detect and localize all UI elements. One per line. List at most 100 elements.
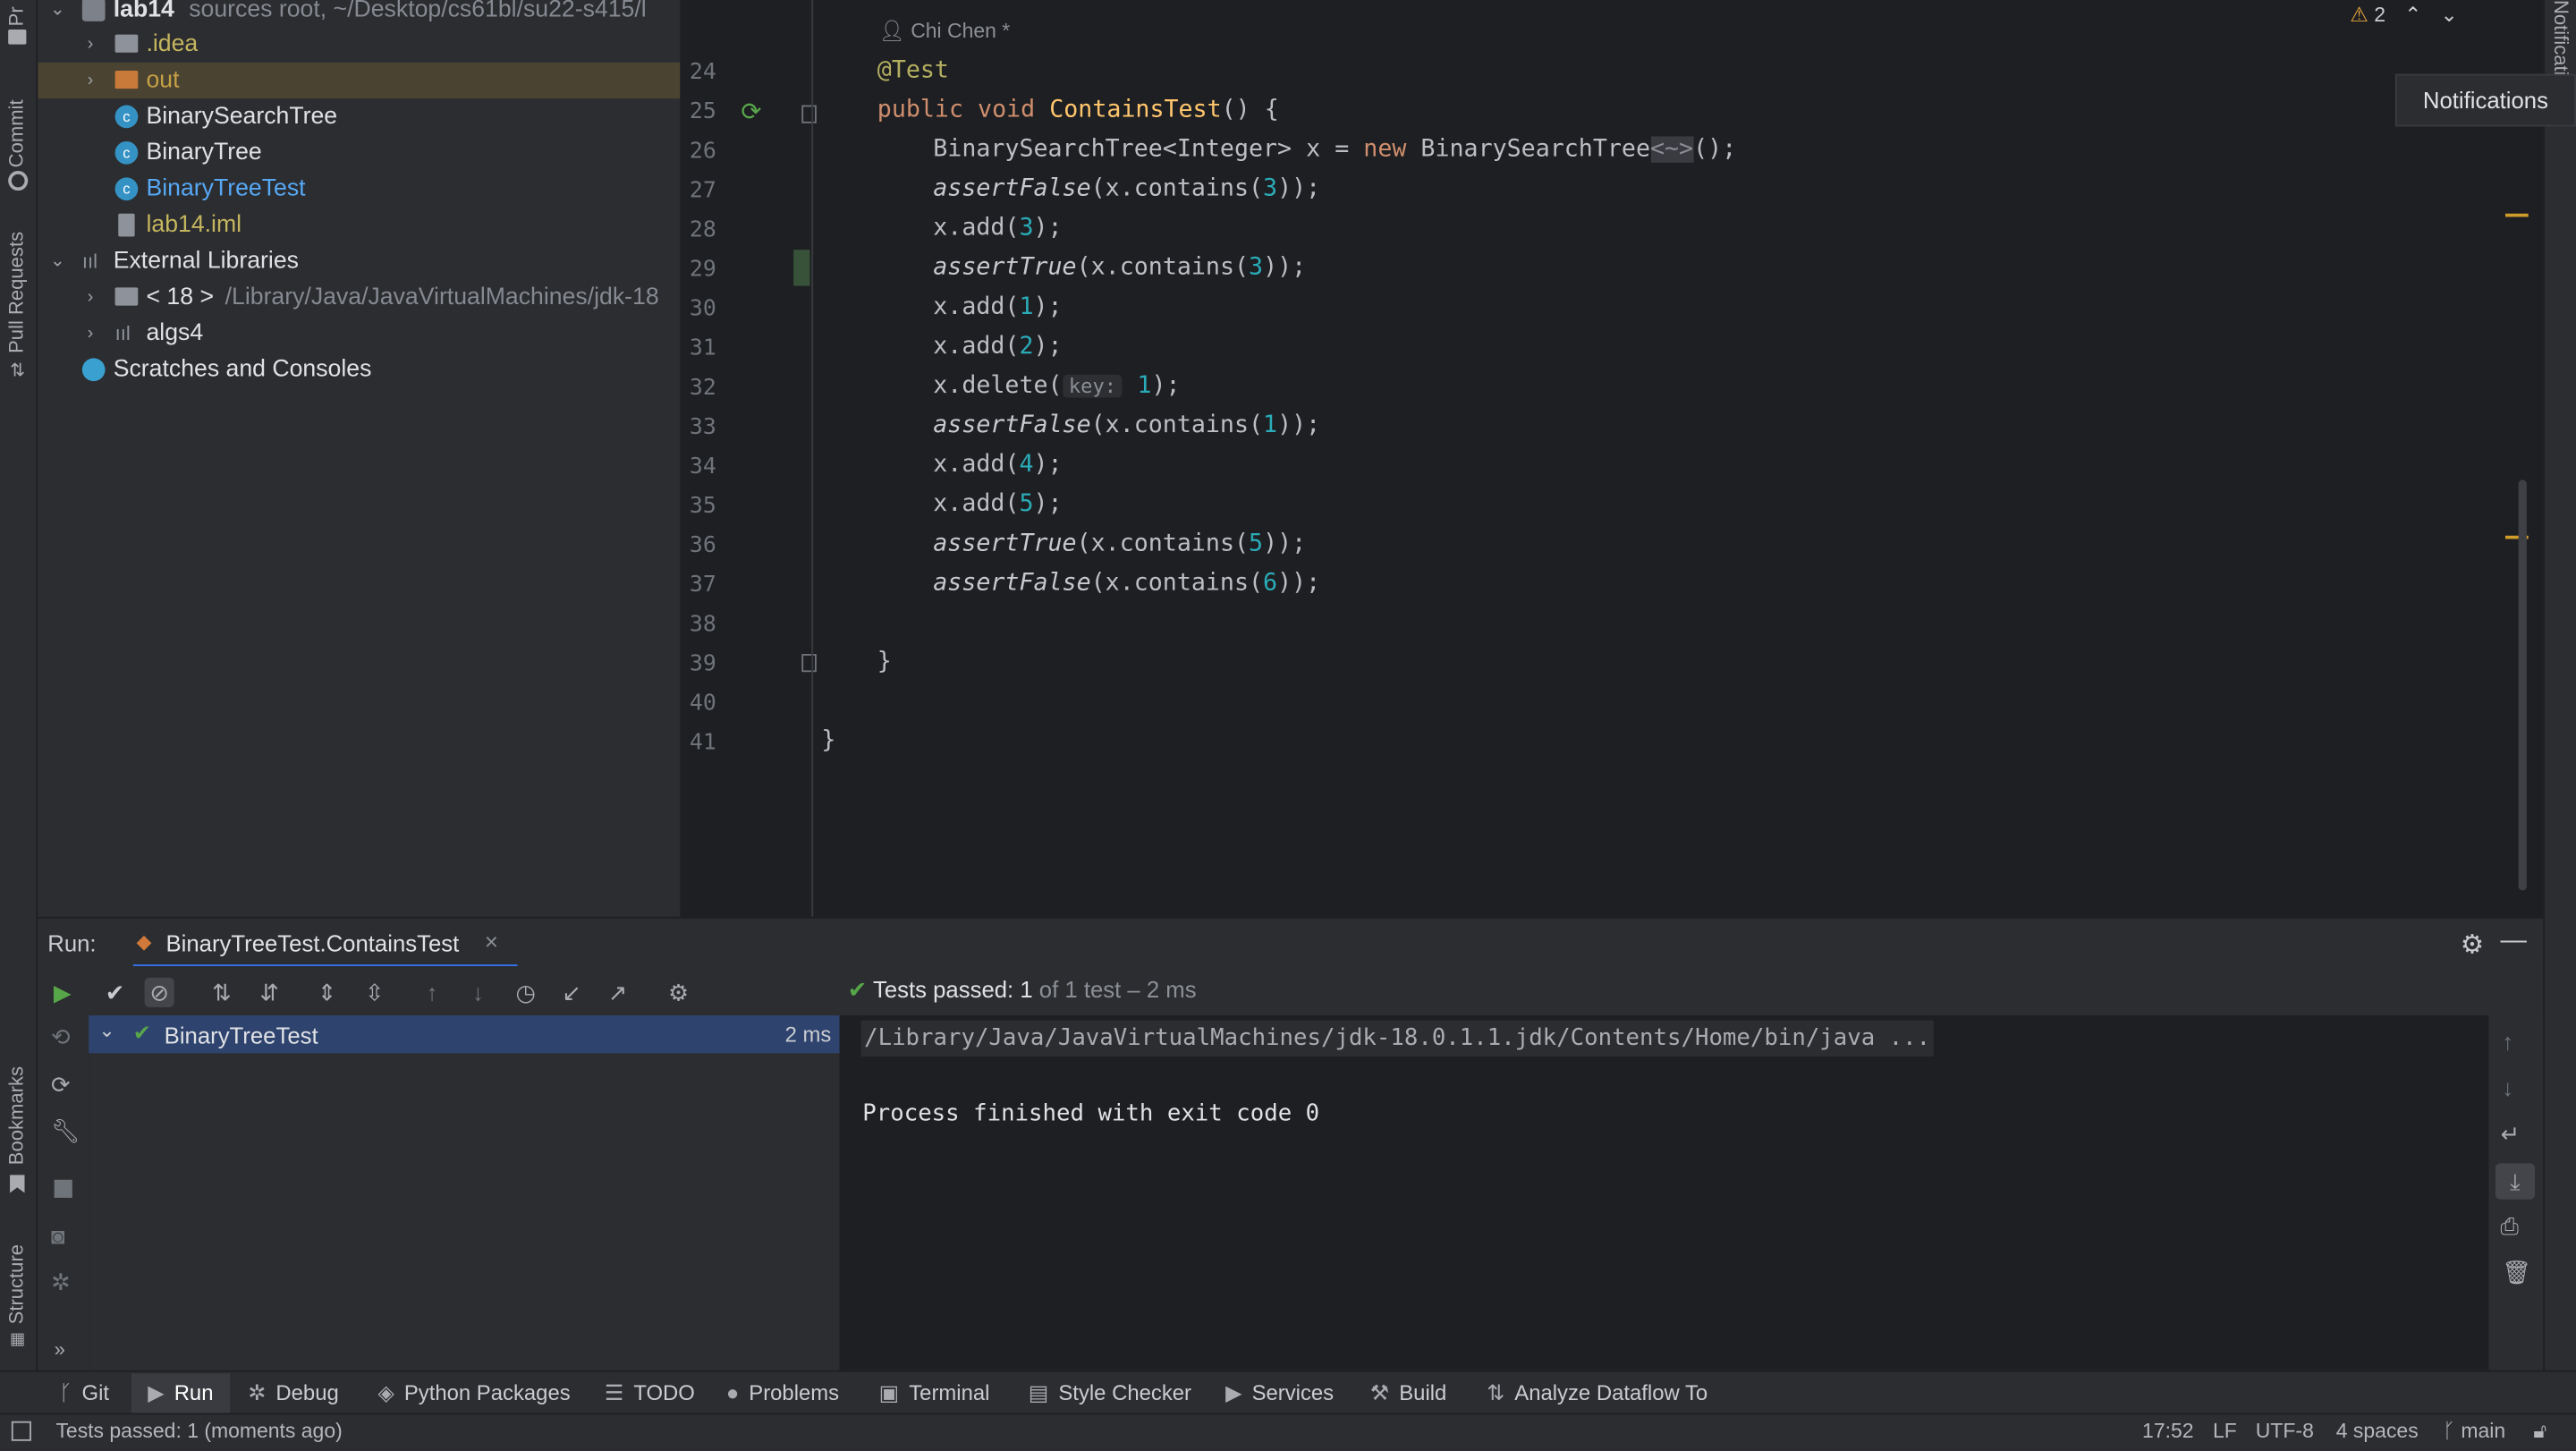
git-branch-icon: ᚴ [2443, 1419, 2455, 1443]
tree-item-binarysearchtree[interactable]: c BinarySearchTree [38, 98, 680, 134]
left-tool-strip: Pr Commit Pull Requests ⇅ Bookmarks Stru… [0, 0, 38, 1370]
close-icon[interactable]: × [485, 929, 498, 955]
editor-scrollbar[interactable] [2518, 479, 2527, 891]
more-icon[interactable]: » [55, 1337, 65, 1361]
gear-icon[interactable]: ⚙ [2461, 929, 2484, 962]
author-hint[interactable]: 👤︎ Chi Chen * [879, 20, 1011, 45]
library-icon: ııl [114, 321, 131, 345]
toolwindow-style-checker[interactable]: ▤ Style Checker [1029, 1379, 1191, 1408]
settings-icon[interactable]: ⚙ [664, 978, 693, 1007]
code-area[interactable]: 👤︎ Chi Chen * @Test public void Contains… [811, 0, 2477, 917]
tree-item-jdk[interactable]: › < 18 > /Library/Java/JavaVirtualMachin… [38, 279, 680, 315]
previous-failed-icon[interactable]: ↑ [418, 978, 447, 1007]
soft-wrap-icon[interactable]: ↵ [2500, 1121, 2520, 1149]
chevron-right-icon[interactable]: › [80, 63, 100, 98]
toolwindow-build[interactable]: ⚒ Build [1370, 1379, 1447, 1408]
rerun-icon[interactable]: ▶ [47, 978, 77, 1007]
scroll-to-end-icon[interactable]: ⤓ [2495, 1163, 2536, 1200]
bug-settings-icon[interactable]: ✲ [51, 1269, 71, 1296]
show-passed-icon[interactable]: ✔ [100, 978, 130, 1007]
toolwindow-python-packages[interactable]: ◈ Python Packages [377, 1379, 570, 1408]
print-icon[interactable]: ⎙ [2500, 1212, 2519, 1240]
camera-icon[interactable]: ◙ [51, 1223, 65, 1249]
trash-icon[interactable]: 🗑︎ [2502, 1259, 2531, 1286]
bookmarks-tool-tab[interactable]: Bookmarks [0, 1060, 36, 1208]
toolwindow-todo[interactable]: ☰ TODO [605, 1379, 695, 1408]
tree-item-scratches[interactable]: Scratches and Consoles [38, 352, 680, 387]
tree-item-lab14-iml[interactable]: lab14.iml [38, 207, 680, 242]
tree-item-algs4[interactable]: › ııl algs4 [38, 316, 680, 352]
chevron-right-icon[interactable]: › [80, 316, 100, 352]
tree-item-binarytree[interactable]: c BinaryTree [38, 135, 680, 171]
tree-item-external-libraries[interactable]: ⌄ ııl External Libraries [38, 243, 680, 279]
code-line-27: assertFalse(x.contains(3)); [933, 176, 1320, 202]
arrow-up-icon[interactable]: ↑ [2502, 1029, 2513, 1055]
toggle-auto-test-icon[interactable]: ⟳ [51, 1072, 71, 1099]
lock-icon[interactable]: 🔓︎ [2533, 1420, 2546, 1445]
tree-item-out[interactable]: › out [38, 62, 681, 99]
minimize-icon[interactable]: — [2500, 927, 2526, 956]
project-tool-tab[interactable]: Pr [0, 0, 36, 59]
inspection-widget[interactable]: ⚠ 2 ⌃ ⌄ [2350, 2, 2457, 27]
tree-item-idea[interactable]: › .idea [38, 26, 680, 62]
commit-tool-tab[interactable]: Commit [0, 82, 36, 198]
toolwindow-label: TODO [633, 1379, 695, 1405]
code-editor[interactable]: 24 25 26 27 28 29 30 31 32 33 34 35 36 3… [680, 0, 2544, 917]
chevron-down-icon[interactable]: ⌄ [2440, 4, 2457, 27]
editor-gutter: 24 25 26 27 28 29 30 31 32 33 34 35 36 3… [680, 0, 817, 917]
code-line-39: } [877, 649, 892, 675]
run-config-tab[interactable]: ◆ BinaryTreeTest.ContainsTest × [132, 919, 518, 970]
chevron-down-icon[interactable]: ⌄ [47, 243, 67, 279]
toolwindow-problems[interactable]: ● Problems [726, 1379, 839, 1408]
import-tests-icon[interactable]: ↙ [557, 978, 587, 1007]
run-test-gutter-icon[interactable]: ⟳ [741, 97, 761, 126]
sort-alpha-icon[interactable]: ⇅ [207, 978, 236, 1007]
export-tests-icon[interactable]: ↗ [603, 978, 632, 1007]
toolwindow-git[interactable]: ᚴ Git [59, 1379, 109, 1408]
notifications-tool-tab[interactable]: Notifications [2550, 0, 2573, 79]
chevron-down-icon[interactable]: ⌄ [47, 0, 67, 28]
test-result-row[interactable]: ⌄ ✔ BinaryTreeTest 2 ms [89, 1015, 840, 1054]
layout-toggle-icon[interactable] [11, 1421, 31, 1441]
sort-duration-icon[interactable]: ⇵ [255, 978, 284, 1007]
next-failed-icon[interactable]: ↓ [463, 978, 493, 1007]
stop-icon[interactable] [54, 1179, 72, 1198]
console-command-line[interactable]: /Library/Java/JavaVirtualMachines/jdk-18… [860, 1020, 1934, 1056]
structure-tool-tab[interactable]: Structure ▦ [0, 1229, 36, 1361]
chevron-right-icon[interactable]: › [80, 279, 100, 315]
chevron-up-icon[interactable]: ⌃ [2404, 4, 2421, 27]
wrench-icon[interactable]: 🔧︎ [51, 1117, 80, 1145]
pull-requests-tool-tab[interactable]: Pull Requests ⇅ [0, 222, 36, 386]
show-ignored-icon[interactable]: ⊘ [144, 977, 174, 1007]
passed-icon: ✔ [132, 1020, 151, 1046]
indent-setting[interactable]: 4 spaces [2336, 1420, 2419, 1443]
line-number: 28 [689, 216, 716, 243]
line-number: 38 [689, 611, 716, 638]
vcs-branch-widget[interactable]: ᚴ main [2443, 1420, 2505, 1443]
toolwindow-run[interactable]: ▶ Run [131, 1373, 230, 1413]
code-line-28: x.add(3); [933, 216, 1062, 242]
line-number: 31 [689, 335, 716, 362]
expand-all-icon[interactable]: ⇕ [312, 978, 342, 1007]
toolwindow-analyze-dataflow[interactable]: ⇅ Analyze Dataflow To [1487, 1379, 1707, 1408]
arrow-down-icon[interactable]: ↓ [2502, 1074, 2513, 1100]
toolwindow-services[interactable]: ▶ Services [1225, 1379, 1334, 1408]
line-separator[interactable]: LF [2213, 1420, 2237, 1443]
warning-stripe[interactable] [2504, 213, 2529, 217]
folded-region[interactable]: <~> [1650, 136, 1694, 163]
rerun-failed-icon[interactable]: ⟲ [51, 1023, 71, 1051]
chevron-down-icon[interactable]: ⌄ [98, 1019, 114, 1042]
chevron-right-icon[interactable]: › [80, 26, 100, 62]
vcs-change-marker[interactable] [793, 250, 810, 286]
tree-item-binarytreetest[interactable]: c BinaryTreeTest [38, 171, 680, 207]
toolwindow-debug[interactable]: ✲ Debug [248, 1379, 338, 1408]
file-encoding[interactable]: UTF-8 [2256, 1420, 2314, 1443]
toolwindow-terminal[interactable]: ▣ Terminal [879, 1379, 990, 1408]
history-icon[interactable]: ◷ [511, 978, 540, 1007]
caret-position[interactable]: 17:52 [2142, 1420, 2193, 1443]
status-message[interactable]: Tests passed: 1 (moments ago) [55, 1420, 342, 1443]
tree-root-lab14[interactable]: ⌄ lab14 sources root, ~/Desktop/cs61bl/s… [38, 0, 680, 28]
run-console[interactable]: /Library/Java/JavaVirtualMachines/jdk-18… [841, 1015, 2489, 1370]
number: 2 [1019, 333, 1034, 361]
collapse-all-icon[interactable]: ⇳ [360, 978, 389, 1007]
